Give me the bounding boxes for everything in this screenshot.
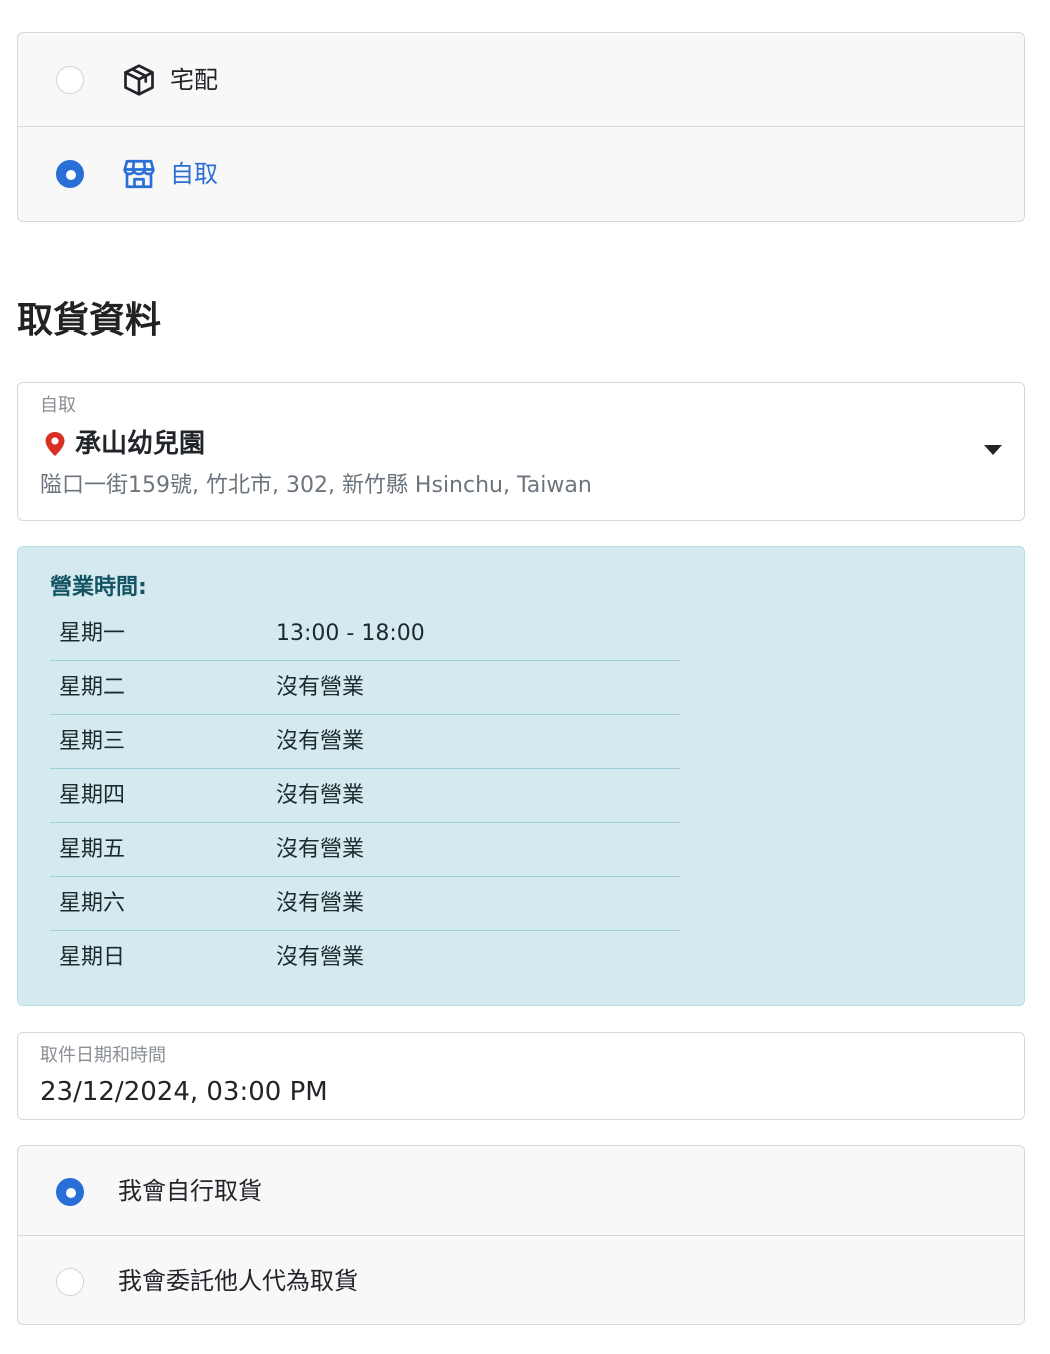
hours-row: 星期一 13:00 - 18:00	[50, 607, 680, 661]
pickup-datetime-field[interactable]: 取件日期和時間 23/12/2024, 03:00 PM	[17, 1032, 1025, 1120]
hours-day: 星期三	[59, 729, 126, 754]
hours-time: 沒有營業	[276, 891, 365, 916]
store-name: 承山幼兒園	[75, 429, 206, 459]
hours-row: 星期日 沒有營業	[50, 931, 680, 985]
delivery-option-pickup[interactable]: 自取	[18, 127, 1024, 221]
business-hours-title: 營業時間:	[50, 575, 147, 600]
hours-time: 沒有營業	[276, 945, 365, 970]
pickup-self-label: 我會自行取貨	[118, 1177, 262, 1205]
hours-time: 沒有營業	[276, 675, 365, 700]
section-title: 取貨資料	[17, 300, 162, 341]
datetime-field-label: 取件日期和時間	[40, 1045, 166, 1066]
hours-day: 星期五	[59, 837, 126, 862]
chevron-down-icon[interactable]	[984, 445, 1002, 455]
pickup-self-option[interactable]: 我會自行取貨	[18, 1146, 1024, 1236]
hours-row: 星期二 沒有營業	[50, 661, 680, 715]
hours-row: 星期三 沒有營業	[50, 715, 680, 769]
hours-day: 星期六	[59, 891, 126, 916]
pickup-radio[interactable]	[56, 160, 84, 188]
pickup-person-group: 我會自行取貨 我會委託他人代為取貨	[17, 1145, 1025, 1325]
home-delivery-label: 宅配	[170, 66, 218, 94]
store-address: 隘口一街159號, 竹北市, 302, 新竹縣 Hsinchu, Taiwan	[40, 473, 592, 498]
store-field-label: 自取	[40, 395, 76, 416]
delivery-option-home[interactable]: 宅配	[18, 33, 1024, 127]
pickup-store-select[interactable]: 自取 承山幼兒園 隘口一街159號, 竹北市, 302, 新竹縣 Hsinchu…	[17, 382, 1025, 521]
hours-time: 沒有營業	[276, 729, 365, 754]
hours-day: 星期日	[59, 945, 126, 970]
hours-row: 星期六 沒有營業	[50, 877, 680, 931]
hours-row: 星期五 沒有營業	[50, 823, 680, 877]
hours-day: 星期四	[59, 783, 126, 808]
delivery-method-group: 宅配 自取	[17, 32, 1025, 222]
hours-time: 沒有營業	[276, 783, 365, 808]
hours-day: 星期一	[59, 621, 126, 646]
home-delivery-radio[interactable]	[56, 66, 84, 94]
package-icon	[124, 64, 154, 96]
hours-row: 星期四 沒有營業	[50, 769, 680, 823]
store-icon	[123, 159, 155, 189]
pickup-proxy-radio[interactable]	[56, 1268, 84, 1296]
pickup-label: 自取	[170, 160, 218, 188]
hours-day: 星期二	[59, 675, 126, 700]
pickup-proxy-label: 我會委託他人代為取貨	[118, 1267, 358, 1295]
business-hours-table: 星期一 13:00 - 18:00 星期二 沒有營業 星期三 沒有營業 星期四 …	[50, 607, 680, 985]
hours-time: 13:00 - 18:00	[276, 621, 425, 646]
business-hours-panel: 營業時間: 星期一 13:00 - 18:00 星期二 沒有營業 星期三 沒有營…	[17, 546, 1025, 1006]
pickup-self-radio[interactable]	[56, 1178, 84, 1206]
map-pin-icon	[45, 432, 65, 456]
datetime-value[interactable]: 23/12/2024, 03:00 PM	[40, 1075, 328, 1109]
hours-time: 沒有營業	[276, 837, 365, 862]
pickup-proxy-option[interactable]: 我會委託他人代為取貨	[18, 1236, 1024, 1324]
